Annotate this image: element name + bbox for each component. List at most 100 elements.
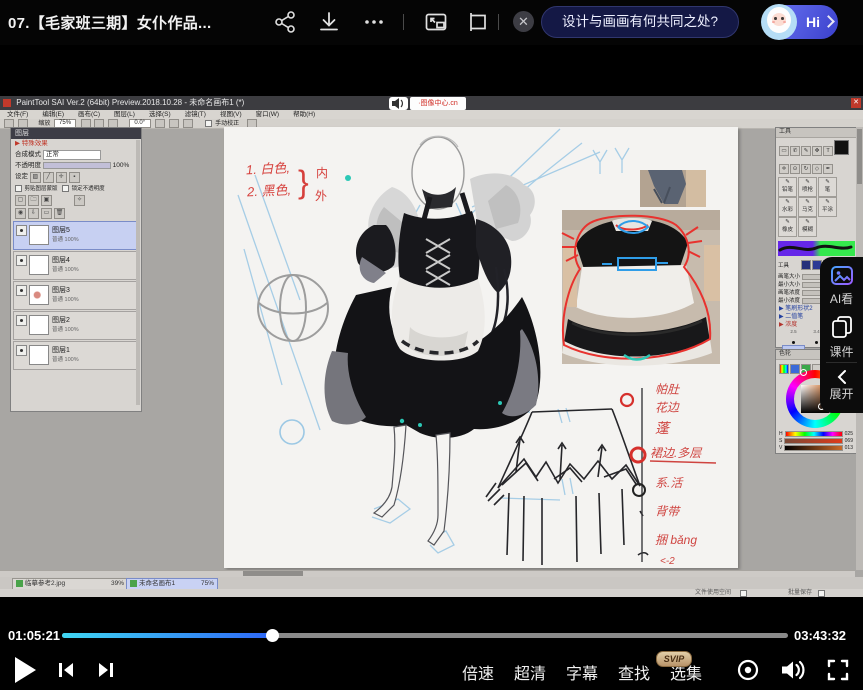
special-effect-link[interactable]: ▶ 特殊效果 [11, 139, 141, 149]
assistant-avatar[interactable] [761, 4, 797, 40]
marquee-tool-icon[interactable]: ▭ [779, 146, 789, 156]
magic-wand-icon[interactable]: ✧ [74, 195, 85, 206]
next-button[interactable] [96, 660, 116, 680]
text-tool-icon[interactable]: T [823, 146, 833, 156]
layer-row[interactable]: 图层4 普通 100% [13, 251, 139, 280]
mode-swatch[interactable] [801, 260, 811, 270]
opacity-slider[interactable] [43, 162, 111, 169]
lock-alpha-icon[interactable]: ▨ [30, 172, 41, 183]
preset-dot[interactable]: 1 [782, 334, 805, 345]
layer-row[interactable]: 图层2 普通 100% [13, 311, 139, 340]
show-layer-icon[interactable]: ◉ [15, 208, 26, 219]
val-slider[interactable] [784, 445, 842, 451]
courseware-label[interactable]: 课件 [820, 343, 863, 360]
menu-layer[interactable]: 图层(L) [107, 111, 142, 118]
eye-icon[interactable] [16, 315, 27, 326]
current-color-swatch[interactable] [834, 140, 849, 155]
lock-opacity-checkbox[interactable] [62, 185, 69, 192]
layers-scrollbar[interactable] [136, 140, 140, 405]
menu-help[interactable]: 帮助(H) [286, 111, 322, 118]
eye-icon[interactable] [16, 225, 27, 236]
menu-select[interactable]: 选择(S) [142, 111, 178, 118]
brush-blur[interactable]: ✎模糊 [798, 217, 817, 237]
move-tool-icon[interactable]: ✥ [812, 146, 822, 156]
pip-icon[interactable] [424, 10, 448, 34]
brush-flat[interactable]: ✎平涂 [818, 197, 837, 217]
lasso-tool-icon[interactable]: ✆ [790, 146, 800, 156]
subtitle-button[interactable]: 字幕 [566, 660, 598, 684]
delete-layer-icon[interactable]: 🗑 [54, 208, 65, 219]
download-icon[interactable] [317, 10, 341, 34]
play-button[interactable] [15, 657, 37, 683]
select-tool-icon[interactable]: ◇ [812, 164, 822, 174]
red-circle-mark-1 [621, 394, 633, 406]
more-icon[interactable] [362, 10, 386, 34]
menu-canvas[interactable]: 画布(C) [71, 111, 107, 118]
vertical-scrollbar-thumb[interactable] [857, 129, 862, 184]
rotate-ccw-button[interactable] [155, 119, 165, 128]
layer-row[interactable]: 图层5 普通 100% [13, 221, 139, 250]
progress-bar[interactable] [62, 633, 788, 638]
eye-icon[interactable] [16, 255, 27, 266]
search-button[interactable]: 查找 [618, 660, 650, 684]
rotate-tool-icon[interactable]: ↻ [801, 164, 811, 174]
sat-slider[interactable] [784, 438, 842, 444]
ai-question-pill[interactable]: 设计与画画有何共同之处? [541, 6, 739, 38]
menu-filter[interactable]: 滤镜(T) [178, 111, 213, 118]
lock-opacity-label: 锁定不透明度 [72, 186, 105, 192]
clipping-mask-checkbox[interactable] [15, 185, 22, 192]
brush-airbrush[interactable]: ✎喷枪 [798, 177, 817, 197]
hue-slider[interactable] [785, 431, 843, 437]
wheel-tab-icon[interactable] [779, 364, 789, 374]
rotate-cw-button[interactable] [183, 119, 193, 128]
fullscreen-icon[interactable] [826, 658, 850, 682]
collapse-chevron-icon[interactable] [834, 369, 850, 385]
fill-lock-icon[interactable]: ▪ [69, 172, 80, 183]
eye-icon[interactable] [16, 285, 27, 296]
menu-view[interactable]: 视图(V) [213, 111, 249, 118]
horizontal-scrollbar-thumb[interactable] [243, 571, 303, 576]
correction-checkbox[interactable] [205, 120, 212, 127]
status-checkbox[interactable] [740, 590, 747, 597]
rotate-reset-button[interactable] [169, 119, 179, 128]
brush-eraser[interactable]: ✎橡皮 [778, 217, 797, 237]
share-icon[interactable] [273, 10, 297, 34]
new-mask-icon[interactable]: ▣ [41, 195, 52, 206]
brush-pencil[interactable]: ✎铅笔 [778, 177, 797, 197]
brush-marker[interactable]: ✎马克 [798, 197, 817, 217]
menu-window[interactable]: 窗口(W) [249, 111, 286, 118]
ai-view-icon[interactable] [830, 265, 854, 287]
new-folder-icon[interactable]: 🗀 [28, 195, 39, 206]
merge-down-icon[interactable]: ⇩ [28, 208, 39, 219]
close-icon[interactable]: ✕ [513, 11, 534, 32]
brush-watercolor[interactable]: ✎水彩 [778, 197, 797, 217]
menu-edit[interactable]: 编辑(E) [35, 111, 71, 118]
ai-view-label[interactable]: AI看 [820, 290, 863, 307]
courseware-icon[interactable] [831, 315, 853, 339]
previous-button[interactable] [56, 660, 76, 680]
expand-label[interactable]: 展开 [820, 385, 863, 402]
layer-row[interactable]: 图层3 普通 100% [13, 281, 139, 310]
blend-mode-dropdown[interactable]: 正常 [43, 150, 101, 160]
brush-pen[interactable]: ✎笔 [818, 177, 837, 197]
eye-icon[interactable] [16, 345, 27, 356]
eyedropper-tool-icon[interactable]: ✒ [823, 164, 833, 174]
sai-close-button[interactable]: ✕ [851, 98, 861, 108]
progress-thumb[interactable] [266, 629, 279, 642]
danmaku-settings-icon[interactable] [736, 658, 760, 682]
volume-icon[interactable] [780, 658, 806, 682]
pen-lock-icon[interactable]: ╱ [43, 172, 54, 183]
quality-button[interactable]: 超清 [514, 660, 546, 684]
zoom-tool-icon[interactable]: ⊙ [790, 164, 800, 174]
move-lock-icon[interactable]: ✛ [56, 172, 67, 183]
rgb-tab-icon[interactable] [790, 364, 800, 374]
menu-file[interactable]: 文件(F) [0, 111, 35, 118]
speed-button[interactable]: 倍速 [462, 660, 494, 684]
hand-tool-icon[interactable]: ✛ [779, 164, 789, 174]
clip-icon[interactable] [467, 10, 491, 34]
status-checkbox-2[interactable] [818, 590, 825, 597]
clear-layer-icon[interactable]: ▭ [41, 208, 52, 219]
new-layer-icon[interactable]: ▢ [15, 195, 26, 206]
wand-tool-icon[interactable]: ✎ [801, 146, 811, 156]
layer-row[interactable]: 图层1 普通 100% [13, 341, 139, 370]
